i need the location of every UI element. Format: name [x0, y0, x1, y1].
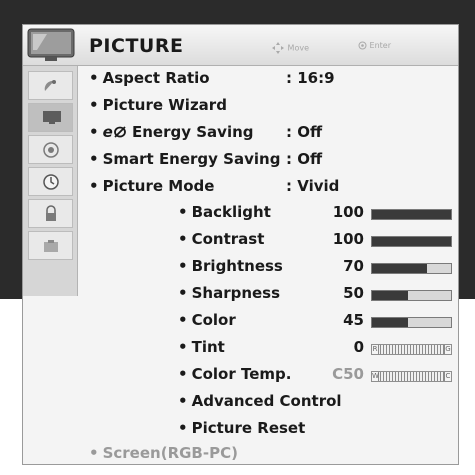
bullet: • — [178, 338, 188, 356]
clock-icon — [43, 174, 59, 190]
enter-hint: Enter — [358, 41, 391, 50]
bullet: • — [89, 177, 99, 195]
sidebar-item-time[interactable] — [28, 167, 73, 196]
setting-label: Contrast — [191, 230, 265, 248]
tint-value: 0 — [353, 338, 364, 356]
bullet: • — [178, 203, 188, 221]
contrast-slider[interactable] — [371, 236, 452, 247]
sidebar-item-lock[interactable] — [28, 199, 73, 228]
setting-brightness[interactable]: • Brightness — [178, 257, 283, 275]
sidebar-item-setup[interactable] — [28, 71, 73, 100]
brightness-slider[interactable] — [371, 263, 452, 274]
color-temp-value: C50 — [332, 365, 364, 383]
setting-contrast[interactable]: • Contrast — [178, 230, 264, 248]
bullet: • — [178, 392, 188, 410]
enter-hint-label: Enter — [369, 41, 392, 50]
bullet: • — [178, 311, 188, 329]
menu-item-picture-mode[interactable]: • Picture Mode — [89, 177, 214, 195]
tint-scale-right-cap: G — [444, 345, 451, 354]
brightness-value: 70 — [343, 257, 364, 275]
bullet: • — [89, 150, 99, 168]
bullet: • — [178, 419, 188, 437]
item-label: Energy Saving — [126, 123, 254, 141]
item-label: Aspect Ratio — [102, 69, 210, 87]
sharpness-slider[interactable] — [371, 290, 452, 301]
energy-saving-value: : Off — [286, 123, 323, 141]
slider-fill — [372, 318, 408, 327]
color-slider[interactable] — [371, 317, 452, 328]
bullet: • — [178, 284, 188, 302]
item-label: Picture Mode — [102, 177, 215, 195]
setting-picture-reset[interactable]: • Picture Reset — [178, 419, 305, 437]
move-hint: Move — [271, 41, 309, 55]
menu-item-picture-wizard[interactable]: • Picture Wizard — [89, 96, 227, 114]
contrast-value: 100 — [332, 230, 364, 248]
bullet: • — [89, 123, 99, 141]
navigation-arrows-icon — [272, 42, 284, 54]
menu-sidebar — [23, 66, 78, 296]
item-label: Smart Energy Saving — [102, 150, 281, 168]
color-temp-scale[interactable]: WC — [371, 371, 452, 382]
sharpness-value: 50 — [343, 284, 364, 302]
slider-fill — [372, 264, 428, 273]
bullet: • — [89, 444, 99, 462]
setting-tint[interactable]: • Tint — [178, 338, 225, 356]
setting-label: Picture Reset — [191, 419, 306, 437]
setting-label: Backlight — [191, 203, 271, 221]
setting-color[interactable]: • Color — [178, 311, 236, 329]
tint-scale-left-cap: R — [372, 345, 379, 354]
tint-scale[interactable]: RG — [371, 344, 452, 355]
option-icon — [44, 240, 58, 252]
color-temp-scale-left-cap: W — [372, 372, 379, 381]
menu-item-screen-rgb-pc[interactable]: • Screen(RGB-PC) — [89, 444, 238, 462]
enter-button-icon — [358, 41, 367, 50]
setting-label: Advanced Control — [191, 392, 342, 410]
color-value: 45 — [343, 311, 364, 329]
slider-fill — [372, 210, 451, 219]
bullet: • — [178, 365, 188, 383]
bullet: • — [89, 96, 99, 114]
menu-item-energy-saving[interactable]: • e Energy Saving — [89, 123, 254, 141]
menu-header: PICTURE Move Enter — [23, 25, 458, 66]
backlight-slider[interactable] — [371, 209, 452, 220]
energy-logo-e: e — [102, 123, 113, 141]
picture-mode-value: : Vivid — [286, 177, 340, 195]
menu-item-smart-energy-saving[interactable]: • Smart Energy Saving — [89, 150, 280, 168]
sidebar-item-option[interactable] — [28, 231, 73, 260]
color-temp-scale-right-cap: C — [444, 372, 451, 381]
energy-saving-logo: e — [103, 123, 127, 141]
item-label: Picture Wizard — [102, 96, 227, 114]
setting-label: Tint — [191, 338, 225, 356]
lock-icon — [46, 205, 56, 221]
setting-label: Color — [191, 311, 236, 329]
page-title: PICTURE — [89, 35, 184, 57]
bullet: • — [89, 69, 99, 87]
energy-saving-icon — [113, 126, 126, 138]
setting-sharpness[interactable]: • Sharpness — [178, 284, 280, 302]
bullet: • — [178, 257, 188, 275]
bullet: • — [178, 230, 188, 248]
setting-label: Color Temp. — [191, 365, 292, 383]
sidebar-item-audio[interactable] — [28, 135, 73, 164]
smart-energy-saving-value: : Off — [286, 150, 323, 168]
slider-fill — [372, 291, 408, 300]
setting-backlight[interactable]: • Backlight — [178, 203, 271, 221]
menu-item-aspect-ratio[interactable]: • Aspect Ratio — [89, 69, 210, 87]
audio-icon — [43, 142, 59, 158]
item-label: Screen(RGB-PC) — [102, 444, 238, 462]
tv-small-icon — [43, 111, 61, 124]
satellite-dish-icon — [44, 80, 56, 91]
tv-icon — [27, 28, 75, 61]
picture-menu: PICTURE Move Enter • Aspect Ratio: 16:9… — [22, 24, 459, 465]
move-hint-label: Move — [287, 43, 309, 53]
aspect-ratio-value: : 16:9 — [286, 69, 335, 87]
setting-label: Sharpness — [191, 284, 281, 302]
setting-advanced-control[interactable]: • Advanced Control — [178, 392, 342, 410]
setting-color-temp[interactable]: • Color Temp. — [178, 365, 291, 383]
backlight-value: 100 — [332, 203, 364, 221]
setting-label: Brightness — [191, 257, 283, 275]
slider-fill — [372, 237, 451, 246]
sidebar-item-picture[interactable] — [28, 103, 73, 132]
